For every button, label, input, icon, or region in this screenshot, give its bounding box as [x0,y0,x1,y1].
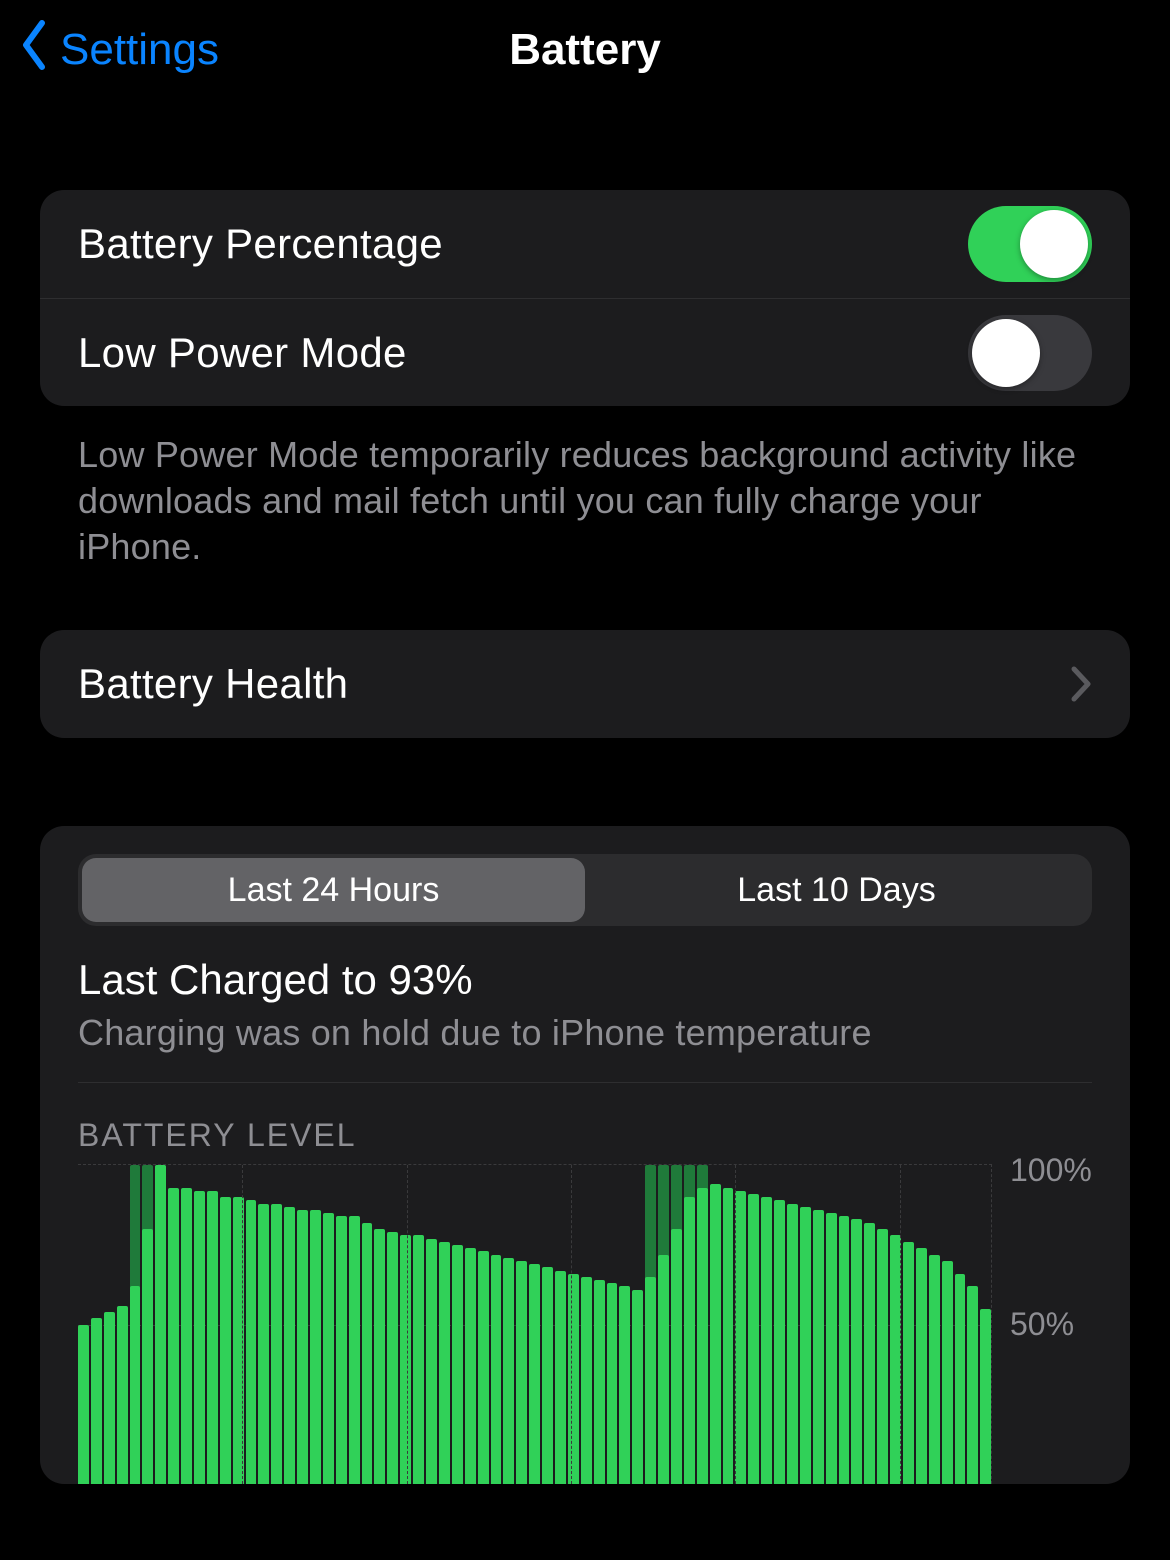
chart-bar [374,1229,385,1484]
chart-bar [723,1188,734,1485]
chart-bar [194,1191,205,1484]
chart-bar [826,1213,837,1484]
chart-bar [684,1165,695,1484]
chart-bar [748,1194,759,1484]
chart-bar [362,1223,373,1485]
chart-bar [697,1165,708,1484]
toggle-low-power-mode[interactable] [968,315,1092,391]
chart-bar [284,1207,295,1485]
health-group: Battery Health [40,630,1130,738]
chart-bar [813,1210,824,1484]
chart-bar [155,1165,166,1484]
chart-bar [117,1306,128,1485]
y-axis: 100% 50% 0 [992,1164,1092,1484]
chart-bar [503,1258,514,1484]
chart-bar [761,1197,772,1484]
chart-bar [91,1318,102,1484]
row-low-power-mode[interactable]: Low Power Mode [40,298,1130,406]
nav-bar: Settings Battery [0,0,1170,100]
segment-last-10-days[interactable]: Last 10 Days [585,858,1088,922]
chart-bar [168,1188,179,1485]
back-label: Settings [60,25,219,75]
chart-bar [349,1216,360,1484]
chart-bar [619,1286,630,1484]
chart-bar [104,1312,115,1484]
chart-bar [491,1255,502,1485]
chart-bar [529,1264,540,1484]
chart-bar [439,1242,450,1484]
chart-bar [800,1207,811,1485]
chart-bar [632,1290,643,1485]
usage-group: Last 24 Hours Last 10 Days Last Charged … [40,826,1130,1484]
chart-bar [130,1165,141,1484]
chart-bar [607,1283,618,1484]
chart-bar [258,1204,269,1485]
chart-bar [594,1280,605,1484]
segment-last-24-hours[interactable]: Last 24 Hours [82,858,585,922]
y-tick-100: 100% [1010,1152,1092,1189]
row-label: Battery Health [78,660,348,708]
chart-bar [387,1232,398,1484]
chart-bar [323,1213,334,1484]
chart-bar [555,1271,566,1485]
chart-bar [903,1242,914,1484]
chart-bar [452,1245,463,1484]
battery-level-chart: 100% 50% 0 [78,1164,1092,1484]
chart-bar [864,1223,875,1485]
toggles-group: Battery Percentage Low Power Mode [40,190,1130,406]
chart-bar [297,1210,308,1484]
chart-bar [658,1165,669,1484]
chart-bar [645,1165,656,1484]
chart-bar [271,1204,282,1485]
time-range-segmented-control: Last 24 Hours Last 10 Days [78,854,1092,926]
toggle-battery-percentage[interactable] [968,206,1092,282]
chart-bar [916,1248,927,1484]
chart-bar [426,1239,437,1485]
chart-bar [774,1200,785,1484]
chart-bar [851,1219,862,1484]
chart-bar [671,1165,682,1484]
chart-bar [207,1191,218,1484]
chart-bar [181,1188,192,1485]
chevron-right-icon [1070,665,1092,703]
chart-bar [465,1248,476,1484]
chevron-left-icon [18,19,60,82]
chart-bar [787,1204,798,1485]
row-battery-health[interactable]: Battery Health [40,630,1130,738]
chart-bar [967,1286,978,1484]
chart-bar [413,1235,424,1484]
chart-bar [710,1184,721,1484]
chart-bar [142,1165,153,1484]
chart-bar [735,1191,746,1484]
chart-bar [78,1325,89,1485]
battery-level-chart-title: BATTERY LEVEL [78,1117,1092,1154]
chart-bar [877,1229,888,1484]
chart-bar [542,1267,553,1484]
last-charged-subtitle: Charging was on hold due to iPhone tempe… [78,1012,1092,1054]
chart-bar [336,1216,347,1484]
back-button[interactable]: Settings [18,0,219,100]
row-battery-percentage[interactable]: Battery Percentage [40,190,1130,298]
chart-bar [942,1261,953,1484]
low-power-mode-description: Low Power Mode temporarily reduces backg… [78,432,1092,570]
divider [78,1082,1092,1083]
chart-bar [839,1216,850,1484]
chart-bar [955,1274,966,1485]
chart-bar [220,1197,231,1484]
chart-bar [246,1200,257,1484]
chart-bar [568,1274,579,1485]
row-label: Low Power Mode [78,329,407,377]
row-label: Battery Percentage [78,220,443,268]
chart-bar [478,1251,489,1484]
y-tick-50: 50% [1010,1306,1074,1343]
last-charged-title: Last Charged to 93% [78,956,1092,1004]
last-charged-block: Last Charged to 93% Charging was on hold… [78,956,1092,1054]
chart-bar [581,1277,592,1484]
chart-bar [516,1261,527,1484]
page-title: Battery [509,25,661,75]
chart-bar [980,1309,991,1484]
chart-bar [310,1210,321,1484]
chart-bar [929,1255,940,1485]
